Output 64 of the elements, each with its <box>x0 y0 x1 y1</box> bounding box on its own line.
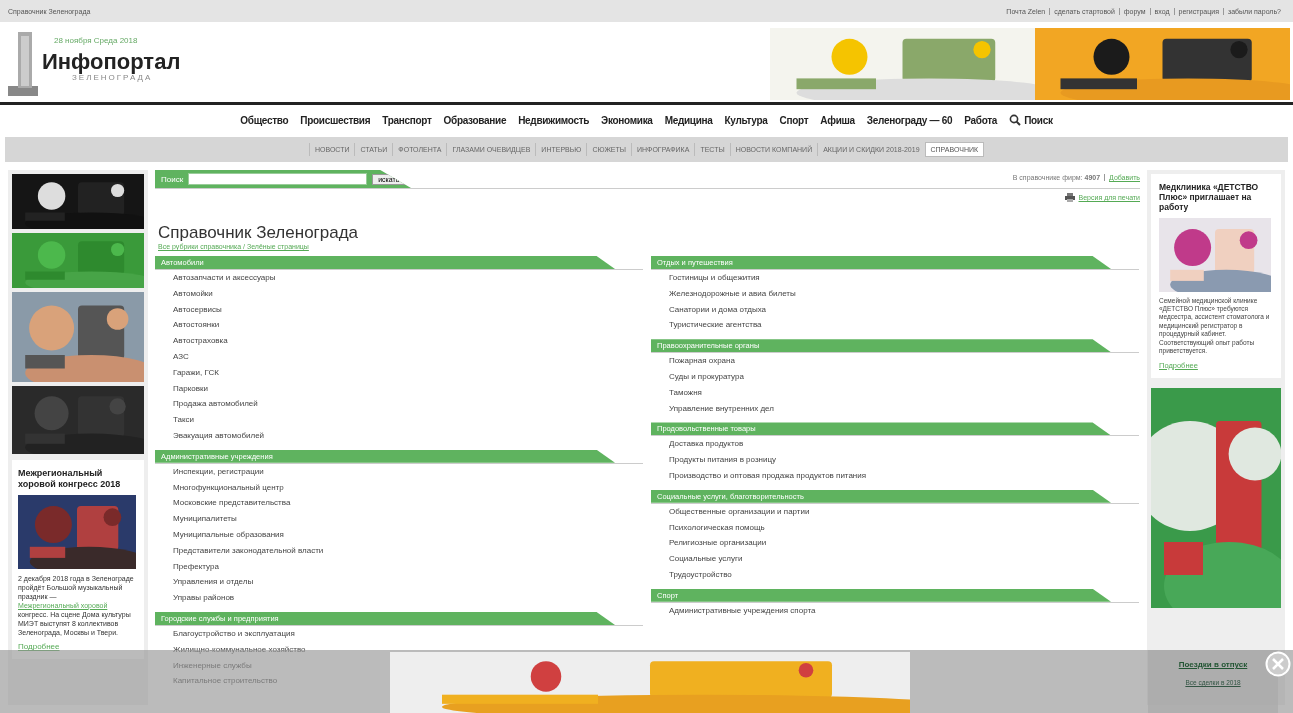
nav-link[interactable]: Афиша <box>820 114 855 126</box>
nav-link[interactable]: Экономика <box>601 114 653 126</box>
logo-subtitle: ЗЕЛЕНОГРАДА <box>72 73 153 82</box>
nav-link[interactable]: Общество <box>240 114 289 126</box>
news-title[interactable]: Межрегиональный хоровой конгресс 2018 <box>18 468 138 490</box>
promo-title[interactable]: Медклиника «ДЕТСТВО Плюс» приглашает на работу <box>1159 182 1273 213</box>
category-link[interactable]: Муниципальные образования <box>173 526 284 543</box>
category-link[interactable]: Автостоянки <box>173 317 220 334</box>
category-link[interactable]: Производство и оптовая продажа продуктов питания <box>669 467 867 484</box>
search-label: Поиск <box>161 174 184 184</box>
category-link[interactable]: Суды и прокуратура <box>669 369 744 385</box>
category-link[interactable]: Эвакуация автомобилей <box>173 427 265 444</box>
promo-link[interactable]: Поездки в отпуск <box>1178 660 1248 669</box>
category-link[interactable]: Таможня <box>669 384 702 401</box>
category-link[interactable]: Благоустройство и эксплуатация <box>173 625 295 642</box>
category-link[interactable]: Управы районов <box>173 590 235 606</box>
nav-link[interactable]: Транспорт <box>382 114 432 126</box>
category-link[interactable]: Инспекции, регистрации <box>173 463 264 480</box>
category-link[interactable]: Пожарная охрана <box>669 353 735 369</box>
nav-link[interactable]: Зеленограду — 60 <box>866 114 953 126</box>
category-link[interactable]: Парковки <box>173 380 208 397</box>
category-link[interactable]: Административные учреждения спорта <box>669 602 816 619</box>
category-link[interactable]: Такси <box>173 412 195 428</box>
category-link[interactable]: Префектура <box>173 558 219 575</box>
nav-link[interactable]: Происшествия <box>300 114 371 126</box>
nav-link[interactable]: Работа <box>964 114 998 126</box>
category-link[interactable]: Трудоустройство <box>669 566 732 583</box>
category-link[interactable]: Продукты питания в розницу <box>669 452 777 468</box>
category-link[interactable]: Многофункциональный центр <box>173 479 284 496</box>
site-logo[interactable]: Инфопортал <box>42 51 181 73</box>
category-link[interactable]: Туристические агентства <box>669 317 762 334</box>
category-link[interactable]: Автомойки <box>173 285 213 302</box>
search-icon <box>1009 114 1022 126</box>
category-link[interactable]: Гаражи, ГСК <box>173 364 219 381</box>
nav-link[interactable]: Спорт <box>779 114 809 126</box>
category-link[interactable]: Гостиницы и общежития <box>669 270 760 286</box>
category-link[interactable]: Управления и отделы <box>173 574 254 591</box>
category-link[interactable]: Московские представительства <box>173 495 291 512</box>
category-link[interactable]: Управление внутренних дел <box>669 400 774 417</box>
nav-link[interactable]: Культура <box>724 114 768 126</box>
search-field[interactable] <box>188 173 368 185</box>
category-link[interactable]: АЗС <box>173 349 189 365</box>
category-link[interactable]: Общественные организации и партии <box>669 503 810 520</box>
category-link[interactable]: Психологическая помощь <box>669 519 765 536</box>
category-link[interactable]: Автостраховка <box>173 333 228 349</box>
nav-link[interactable]: Недвижимость <box>518 114 590 126</box>
category-link[interactable]: Автозапчасти и аксессуары <box>173 270 276 286</box>
close-icon[interactable] <box>1265 651 1291 677</box>
date-label: 28 ноября Среда 2018 <box>54 36 139 45</box>
category-link[interactable]: Религиозные организации <box>669 535 767 552</box>
category-link[interactable]: Доставка продуктов <box>669 436 744 453</box>
category-link[interactable]: Муниципалитеты <box>173 511 237 527</box>
category-link[interactable]: Железнодорожные и авиа билеты <box>669 285 796 302</box>
nav-link[interactable]: Медицина <box>664 114 713 126</box>
category-link[interactable]: Санатории и дома отдыха <box>669 301 767 318</box>
category-link[interactable]: Продажа автомобилей <box>173 396 258 413</box>
nav-link[interactable]: Образование <box>443 114 507 126</box>
printer-icon <box>1064 193 1075 202</box>
category-link[interactable]: Жилищно-коммунальное хозяйство <box>173 641 306 658</box>
category-link[interactable]: Автосервисы <box>173 301 222 318</box>
category-link[interactable]: Представители законодательной власти <box>173 542 324 559</box>
page-heading: Справочник Зеленограда <box>158 224 360 241</box>
search-link[interactable]: Поиск <box>1009 114 1053 126</box>
category-link[interactable]: Социальные услуги <box>669 551 743 567</box>
